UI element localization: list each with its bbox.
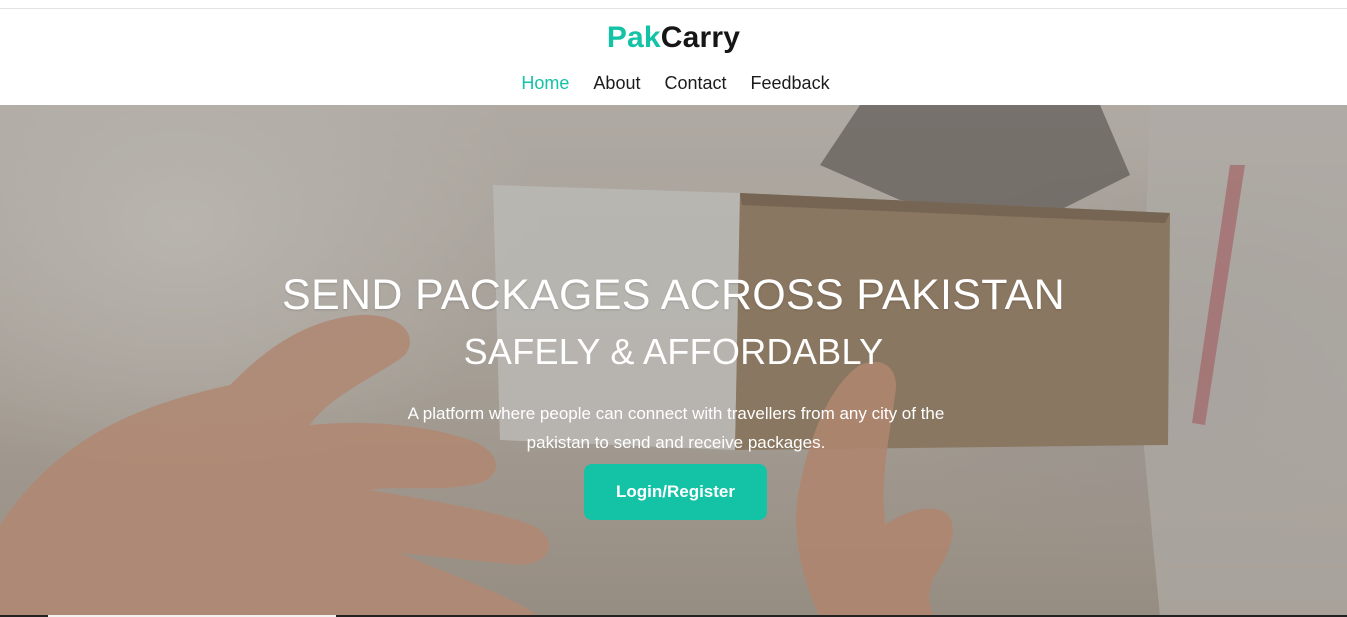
hero-subtitle: SAFELY & AFFORDABLY [463, 331, 884, 372]
nav-link-home[interactable]: Home [521, 71, 569, 95]
login-register-button[interactable]: Login/Register [584, 464, 767, 520]
main-nav: Home About Contact Feedback [0, 71, 1347, 95]
nav-link-about[interactable]: About [593, 71, 640, 95]
hero-content: SEND PACKAGES ACROSS PAKISTAN SAFELY & A… [0, 105, 1347, 617]
nav-link-feedback[interactable]: Feedback [751, 71, 830, 95]
brand-logo-pak: Pak [606, 21, 661, 54]
hero-section: SEND PACKAGES ACROSS PAKISTAN SAFELY & A… [0, 105, 1347, 617]
hero-description: A platform where people can connect with… [407, 404, 945, 452]
hero-title: SEND PACKAGES ACROSS PAKISTAN [282, 271, 1065, 319]
brand-logo-carry: Carry [660, 21, 741, 54]
brand-logo[interactable]: PakCarry [0, 21, 1347, 55]
site-header: PakCarry Home About Contact Feedback [0, 9, 1347, 105]
nav-link-contact[interactable]: Contact [664, 71, 726, 95]
